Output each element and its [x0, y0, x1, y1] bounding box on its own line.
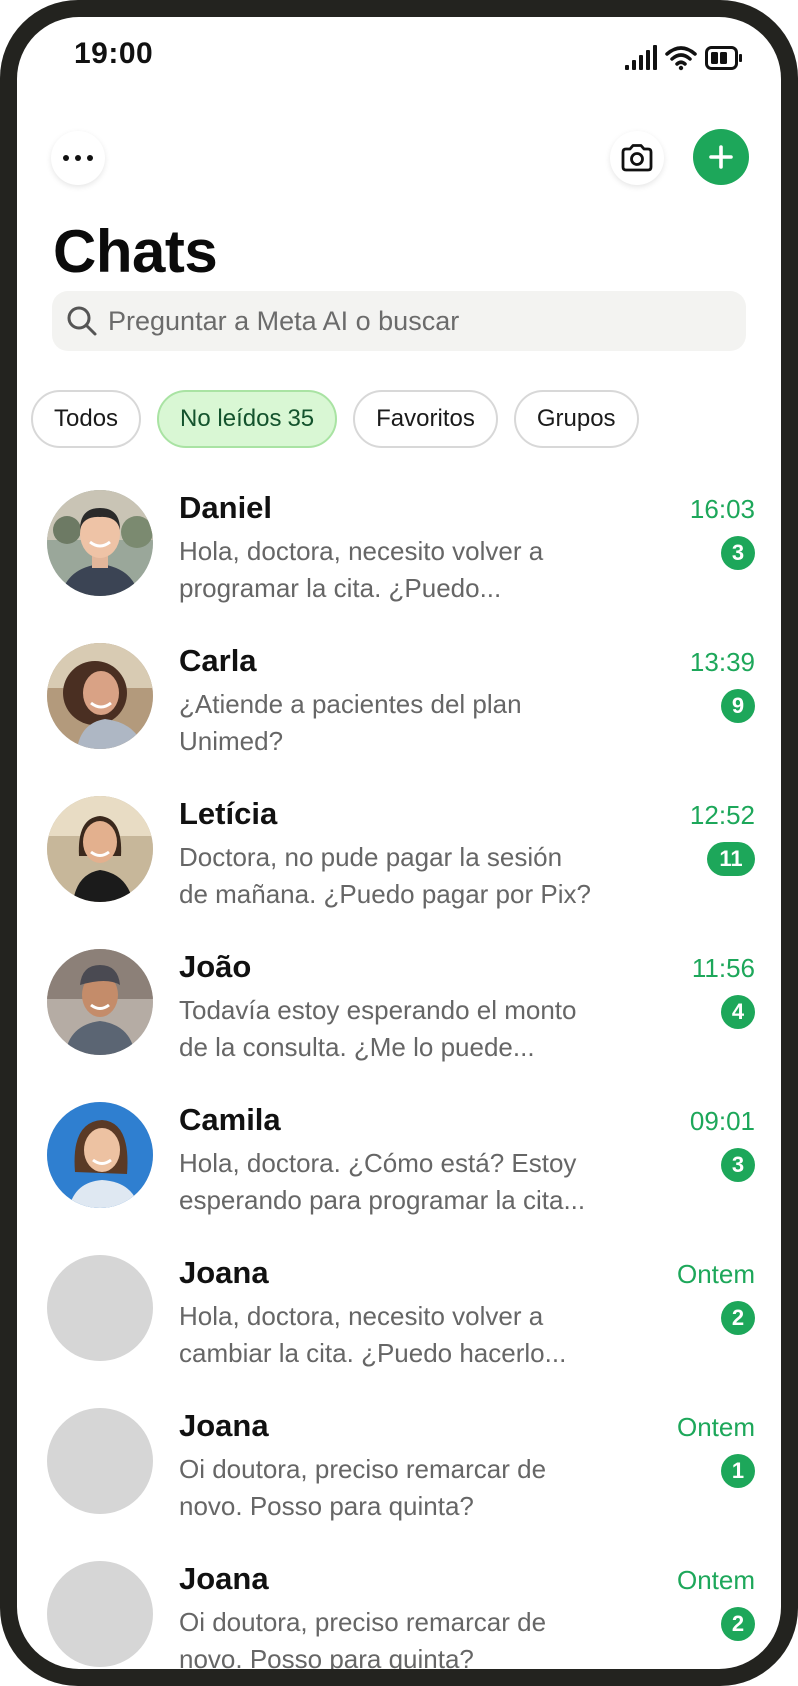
chat-name: Joana: [179, 1561, 269, 1596]
plus-icon: [709, 145, 733, 169]
more-horizontal-icon: [63, 155, 93, 161]
chat-time: 09:01: [689, 1106, 755, 1136]
avatar-placeholder: [47, 1255, 153, 1361]
unread-badge: 3: [721, 536, 755, 570]
filter-chip-label: Grupos: [536, 405, 616, 432]
filter-chip-count: 35: [287, 405, 315, 432]
chat-name: Camila: [179, 1102, 281, 1137]
search-placeholder: Preguntar a Meta AI o buscar: [108, 305, 460, 336]
search-icon: [67, 306, 97, 336]
chat-time: 12:52: [689, 800, 755, 830]
camera-icon: [621, 144, 653, 172]
filter-chip-label: No leídos: [180, 405, 282, 432]
chat-preview: Oi doutora, preciso remarcar de novo. Po…: [179, 1607, 547, 1669]
chat-preview: Todavía estoy esperando el monto de la c…: [179, 995, 577, 1062]
filter-chip-label: Favoritos: [376, 405, 475, 432]
unread-badge: 2: [721, 1607, 755, 1641]
unread-badge: 9: [721, 689, 755, 723]
avatar: [47, 796, 153, 902]
chat-preview: Doctora, no pude pagar la sesión de maña…: [179, 842, 591, 909]
device-frame: 19:00 Chats Preguntar a Meta AI o buscar…: [0, 0, 798, 1686]
chat-row[interactable]: João Todavía estoy esperando el monto de…: [17, 949, 781, 1102]
wifi-icon: [665, 46, 697, 71]
unread-badge: 2: [721, 1301, 755, 1335]
chat-preview: Oi doutora, preciso remarcar de novo. Po…: [179, 1454, 547, 1521]
unread-badge: 3: [721, 1148, 755, 1182]
chat-name: Joana: [179, 1408, 269, 1443]
chat-row[interactable]: Joana Oi doutora, preciso remarcar de no…: [17, 1408, 781, 1561]
filter-chip-todos[interactable]: Todos: [31, 390, 142, 448]
page-title: Chats: [53, 218, 218, 285]
chat-time: 16:03: [689, 494, 755, 524]
avatar: [47, 1102, 153, 1208]
unread-badge: 11: [707, 842, 755, 876]
chat-time: 13:39: [689, 647, 755, 677]
search-input[interactable]: Preguntar a Meta AI o buscar: [52, 291, 746, 351]
filter-chip-unread[interactable]: No leídos 35: [157, 390, 338, 448]
phone-screen: 19:00 Chats Preguntar a Meta AI o buscar…: [17, 17, 781, 1669]
filter-chip-favoritos[interactable]: Favoritos: [353, 390, 498, 448]
avatar-placeholder: [47, 1408, 153, 1514]
chat-row[interactable]: Joana Hola, doctora, necesito volver a c…: [17, 1255, 781, 1408]
chat-preview: Hola, doctora. ¿Cómo está? Estoy esperan…: [179, 1148, 586, 1215]
status-icons: [625, 43, 743, 73]
avatar: [47, 643, 153, 749]
chat-name: Joana: [179, 1255, 269, 1290]
battery-icon: [705, 46, 742, 70]
chat-preview: ¿Atiende a pacientes del plan Unimed?: [179, 689, 522, 756]
chat-name: Carla: [179, 643, 257, 678]
chat-name: Daniel: [179, 490, 273, 525]
chat-name: Letícia: [179, 796, 278, 831]
chat-row[interactable]: Camila Hola, doctora. ¿Cómo está? Estoy …: [17, 1102, 781, 1255]
filter-chip-grupos[interactable]: Grupos: [513, 390, 639, 448]
chat-row[interactable]: Daniel Hola, doctora, necesito volver a …: [17, 490, 781, 643]
chat-time: Ontem: [676, 1259, 755, 1289]
chat-row[interactable]: Carla ¿Atiende a pacientes del plan Unim…: [17, 643, 781, 796]
filter-chip-label: Todos: [54, 405, 119, 432]
chat-row[interactable]: Joana Oi doutora, preciso remarcar de no…: [17, 1561, 781, 1669]
cellular-signal-icon: [625, 45, 657, 70]
more-options-button[interactable]: [51, 131, 105, 185]
chat-preview: Hola, doctora, necesito volver a cambiar…: [179, 1301, 567, 1368]
chat-name: João: [179, 949, 252, 984]
avatar: [47, 490, 153, 596]
unread-badge: 4: [721, 995, 755, 1029]
avatar-placeholder: [47, 1561, 153, 1667]
chat-preview: Hola, doctora, necesito volver a program…: [179, 536, 544, 603]
chat-time: 11:56: [691, 953, 755, 983]
chat-time: Ontem: [676, 1565, 755, 1595]
camera-button[interactable]: [610, 131, 664, 185]
new-chat-button[interactable]: [693, 129, 749, 185]
status-time: 19:00: [74, 37, 154, 70]
chat-list: Daniel Hola, doctora, necesito volver a …: [17, 490, 781, 1669]
avatar: [47, 949, 153, 1055]
chat-row[interactable]: Letícia Doctora, no pude pagar la sesión…: [17, 796, 781, 949]
chat-time: Ontem: [676, 1412, 755, 1442]
unread-badge: 1: [721, 1454, 755, 1488]
filter-chips: Todos No leídos 35 Favoritos Grupos: [31, 390, 639, 448]
